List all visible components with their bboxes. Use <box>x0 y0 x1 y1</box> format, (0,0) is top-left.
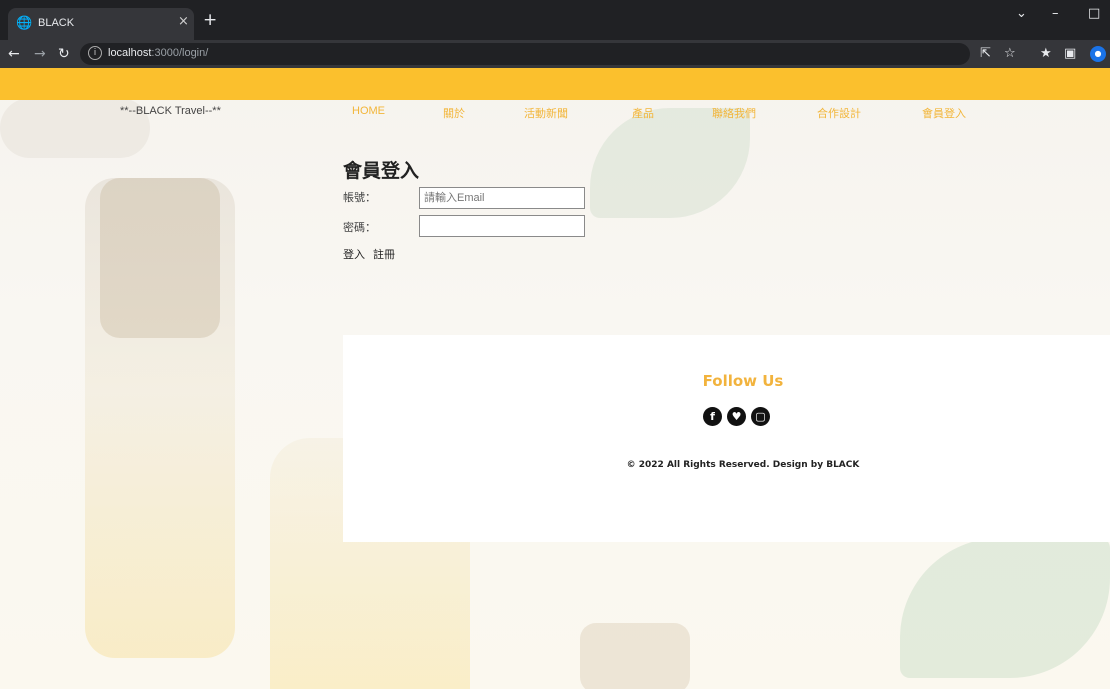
password-field[interactable] <box>419 215 585 237</box>
extensions-icon[interactable]: ★ <box>1040 45 1052 63</box>
chevron-down-icon[interactable]: ⌄ <box>1016 6 1027 21</box>
background-decoration <box>900 538 1110 678</box>
maximize-icon[interactable]: □ <box>1088 6 1100 21</box>
nav-item-login[interactable]: 會員登入 <box>922 105 966 121</box>
top-accent-band <box>0 68 1110 100</box>
follow-title: Follow Us <box>702 372 784 390</box>
browser-tab-bar: 🌐 BLACK × + ⌄ – □ <box>0 0 1110 40</box>
login-button[interactable]: 登入 <box>343 246 365 262</box>
url-input[interactable]: i localhost:3000/login/ <box>80 43 970 65</box>
globe-icon: 🌐 <box>16 16 33 31</box>
nav-item-design[interactable]: 合作設計 <box>817 105 861 121</box>
address-bar: ← → ↻ i localhost:3000/login/ ⇱ ☆ ★ ▣ ● <box>0 40 1110 68</box>
nav-item-products[interactable]: 產品 <box>632 105 654 121</box>
sidepanel-icon[interactable]: ▣ <box>1064 45 1076 63</box>
share-icon[interactable]: ⇱ <box>980 45 991 63</box>
forward-icon[interactable]: → <box>34 45 46 63</box>
url-text: localhost:3000/login/ <box>108 47 209 59</box>
background-decoration <box>580 623 690 689</box>
register-button[interactable]: 註冊 <box>373 246 395 262</box>
footer: Follow Us f ♥ ▢ © 2022 All Rights Reserv… <box>343 335 1110 542</box>
tab-title: BLACK <box>38 17 75 29</box>
copyright-text: © 2022 All Rights Reserved. Design by BL… <box>626 460 860 470</box>
page-content: **--BLACK Travel--** HOME 關於 活動新聞 產品 聯絡我… <box>0 68 1110 689</box>
password-label: 密碼： <box>343 221 376 234</box>
nav-item-about[interactable]: 關於 <box>443 105 465 121</box>
new-tab-button[interactable]: + <box>203 12 217 29</box>
page-title: 會員登入 <box>343 160 420 182</box>
back-icon[interactable]: ← <box>8 45 20 63</box>
star-icon[interactable]: ☆ <box>1004 45 1016 63</box>
minimize-icon[interactable]: – <box>1052 6 1059 21</box>
site-brand[interactable]: **--BLACK Travel--** <box>120 105 221 117</box>
instagram-icon[interactable]: ▢ <box>751 407 770 426</box>
background-decoration <box>100 178 220 338</box>
account-label: 帳號： <box>343 191 376 204</box>
facebook-icon[interactable]: f <box>703 407 722 426</box>
info-icon[interactable]: i <box>88 46 102 60</box>
nav-item-news[interactable]: 活動新聞 <box>524 105 568 121</box>
nav-item-contact[interactable]: 聯絡我們 <box>712 105 756 121</box>
reload-icon[interactable]: ↻ <box>58 45 70 63</box>
email-field[interactable] <box>419 187 585 209</box>
background-decoration <box>590 108 750 218</box>
close-icon[interactable]: × <box>178 14 189 29</box>
profile-icon[interactable]: ● <box>1090 46 1106 62</box>
nav-item-home[interactable]: HOME <box>352 105 385 117</box>
twitter-icon[interactable]: ♥ <box>727 407 746 426</box>
browser-tab[interactable]: 🌐 BLACK × <box>8 8 194 40</box>
